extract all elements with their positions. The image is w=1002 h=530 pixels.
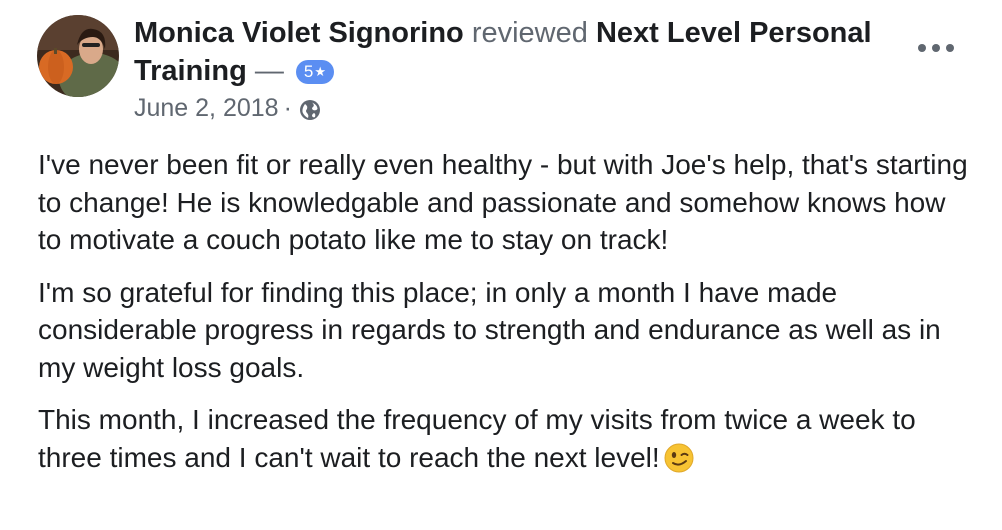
review-post: Monica Violet Signorino reviewed Next Le… [0, 0, 1002, 530]
post-meta: June 2, 2018 · [134, 92, 914, 124]
globe-icon[interactable] [299, 97, 321, 120]
star-icon: ★ [314, 64, 327, 79]
more-options-icon-dot [946, 44, 954, 52]
winking-face-emoji-icon [664, 443, 694, 473]
avatar-image [37, 15, 119, 97]
meta-separator: · [283, 94, 292, 122]
review-paragraph-text: This month, I increased the frequency of… [38, 404, 916, 473]
review-header: Monica Violet Signorino reviewed Next Le… [134, 14, 914, 124]
review-paragraph: I've never been fit or really even healt… [38, 149, 968, 255]
more-options-icon-dot [932, 44, 940, 52]
review-verb: reviewed [471, 17, 588, 49]
title-dash: — [254, 55, 284, 87]
review-body: I've never been fit or really even healt… [38, 146, 973, 491]
more-options-icon [918, 44, 926, 52]
avatar[interactable] [37, 15, 119, 97]
author-name-link[interactable]: Monica Violet Signorino [134, 17, 464, 49]
more-options-button[interactable] [918, 36, 954, 60]
review-title: Monica Violet Signorino reviewed Next Le… [134, 14, 914, 90]
post-date-link[interactable]: June 2, 2018 [134, 92, 279, 124]
rating-badge: 5★ [295, 60, 335, 84]
review-paragraph: I'm so grateful for finding this place; … [38, 276, 941, 383]
rating-value: 5 [303, 62, 314, 81]
review-paragraph-last: This month, I increased the frequency of… [38, 401, 973, 476]
